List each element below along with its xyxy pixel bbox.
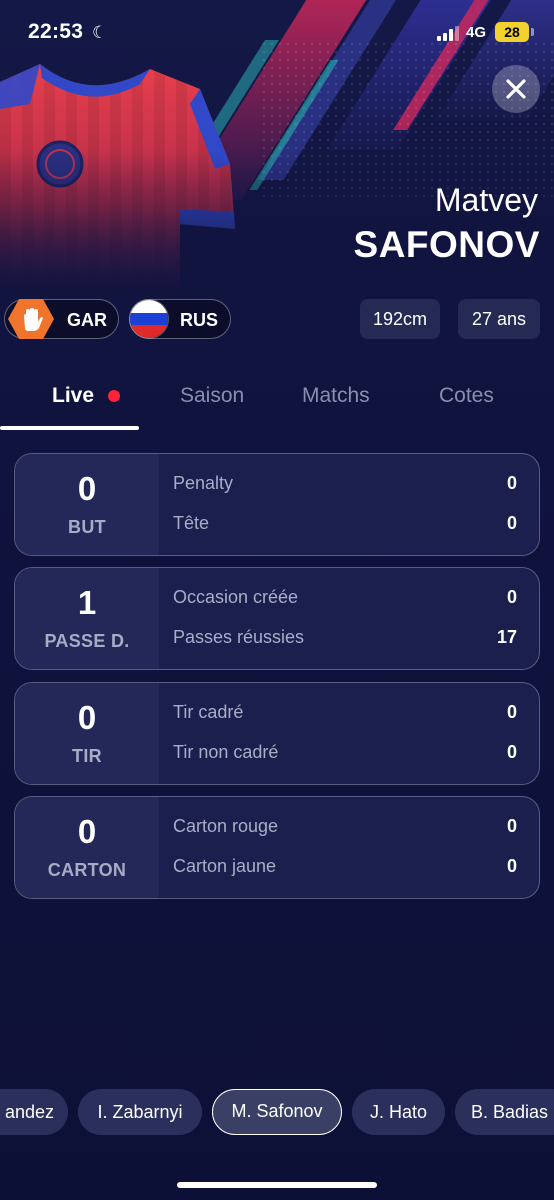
stat-card-tir: 0 TIR Tir cadré 0 Tir non cadré 0 <box>14 682 540 785</box>
stat-card-passe: 1 PASSE D. Occasion créée 0 Passes réuss… <box>14 567 540 670</box>
stat-value: 0 <box>77 470 97 507</box>
stat-value: 0 <box>77 813 97 850</box>
signal-icon <box>437 25 461 41</box>
player-chip[interactable]: J. Hato <box>352 1089 445 1135</box>
close-icon <box>506 79 526 99</box>
stat-value: 1 <box>77 584 97 621</box>
stat-row-label: Penalty <box>173 473 234 493</box>
position-label: GAR <box>67 310 107 330</box>
status-bar: 22:53 ☾ 4G 28 <box>0 0 554 64</box>
nation-label: RUS <box>180 310 219 330</box>
tab-live[interactable]: Live <box>52 384 94 408</box>
stat-row-value: 0 <box>506 473 517 493</box>
home-indicator[interactable] <box>177 1182 377 1188</box>
battery-cap <box>531 28 534 36</box>
stat-label: CARTON <box>47 860 127 880</box>
stat-row-value: 0 <box>506 513 517 533</box>
nation-tag[interactable]: RUS <box>129 299 231 339</box>
player-last-name: SAFONOV <box>353 224 540 265</box>
age-pill: 27 ans <box>458 299 540 339</box>
network-label: 4G <box>466 24 487 41</box>
stat-label: PASSE D. <box>44 631 130 651</box>
stat-row-label: Passes réussies <box>173 627 305 647</box>
stat-row-value: 17 <box>496 627 517 647</box>
player-chip-active[interactable]: M. Safonov <box>212 1089 342 1135</box>
stat-row-label: Tête <box>173 513 210 533</box>
stat-summary: 0 CARTON <box>15 797 159 898</box>
status-time: 22:53 <box>28 20 84 43</box>
stat-summary: 1 PASSE D. <box>15 568 159 669</box>
live-indicator-dot <box>108 390 120 402</box>
tab-bar: Live Saison Matchs Cotes <box>0 370 554 432</box>
stat-row-label: Occasion créée <box>173 587 299 607</box>
stat-summary: 0 TIR <box>15 683 159 784</box>
player-chip[interactable]: I. Zabarnyi <box>78 1089 202 1135</box>
moon-icon: ☾ <box>92 23 108 42</box>
position-tag[interactable]: GAR <box>4 299 119 339</box>
player-chip[interactable]: andez <box>0 1089 68 1135</box>
close-button[interactable] <box>492 65 540 113</box>
tab-cotes[interactable]: Cotes <box>439 384 494 408</box>
goalkeeper-glove-icon <box>8 299 54 339</box>
tab-matchs[interactable]: Matchs <box>302 384 370 408</box>
russia-flag-icon <box>129 299 169 339</box>
stat-row-label: Tir non cadré <box>173 742 279 762</box>
stat-label: BUT <box>68 517 106 537</box>
stat-summary: 0 BUT <box>15 454 159 555</box>
stat-row-label: Carton rouge <box>173 816 279 836</box>
height-pill: 192cm <box>360 299 440 339</box>
player-first-name: Matvey <box>434 182 538 218</box>
stat-card-carton: 0 CARTON Carton rouge 0 Carton jaune 0 <box>14 796 540 899</box>
player-selector: andez I. Zabarnyi M. Safonov J. Hato B. … <box>0 1089 554 1137</box>
stat-row-value: 0 <box>506 587 517 607</box>
tab-saison[interactable]: Saison <box>180 384 244 408</box>
active-tab-indicator <box>0 426 139 430</box>
stat-row-value: 0 <box>506 856 517 876</box>
stat-row-label: Carton jaune <box>173 856 277 876</box>
stat-row-value: 0 <box>506 816 517 836</box>
stat-label: TIR <box>72 746 102 766</box>
battery-icon: 28 <box>495 22 529 42</box>
stat-row-value: 0 <box>506 742 517 762</box>
player-detail-screen: 22:53 ☾ 4G 28 Matvey SAFONOV GAR RUS 192… <box>0 0 554 1200</box>
player-chip[interactable]: B. Badias <box>455 1089 554 1135</box>
stat-value: 0 <box>77 699 97 736</box>
stat-row-label: Tir cadré <box>173 702 244 722</box>
stat-row-value: 0 <box>506 702 517 722</box>
stat-card-but: 0 BUT Penalty 0 Tête 0 <box>14 453 540 556</box>
